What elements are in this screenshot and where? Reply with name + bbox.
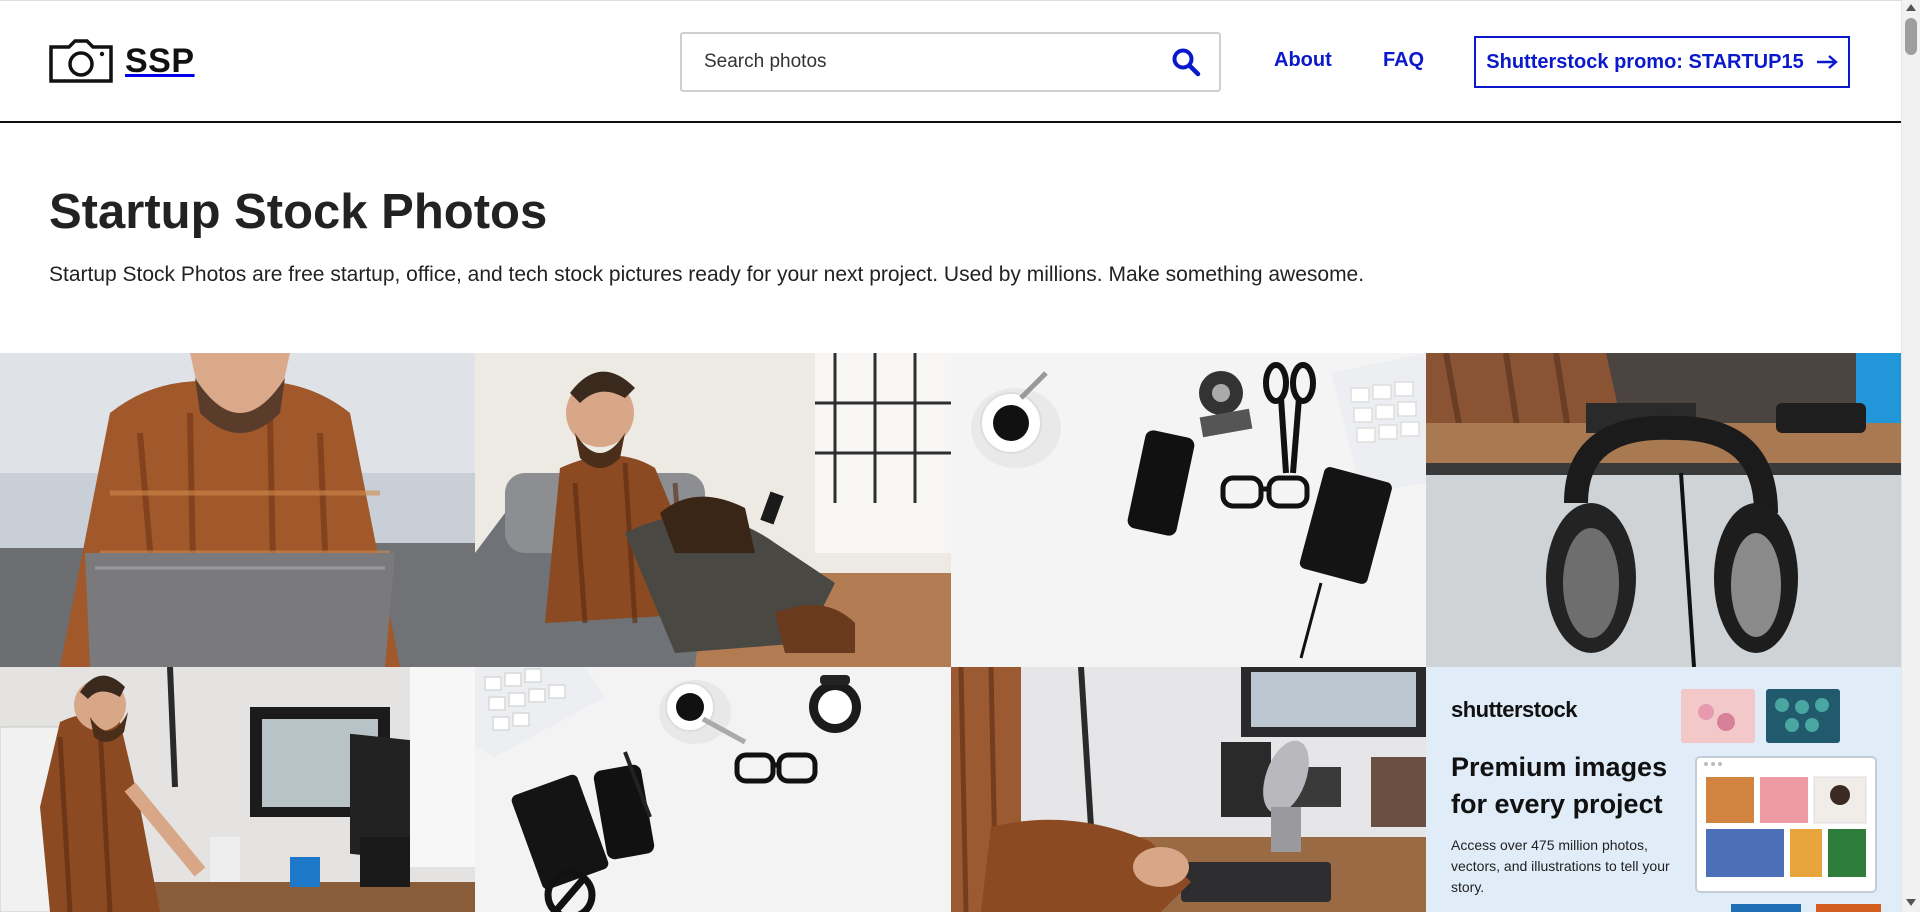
shutterstock-ad[interactable]: shutterstock Premium images for every pr…: [1426, 667, 1901, 912]
nav-about-link[interactable]: About: [1274, 49, 1332, 72]
nav-faq-link[interactable]: FAQ: [1383, 49, 1424, 72]
photo-headphones-desk: [1426, 353, 1901, 667]
promo-label: Shutterstock promo: STARTUP15: [1486, 50, 1804, 73]
page: SSP About FAQ Shutterstock promo: STARTU…: [0, 0, 1901, 912]
search-bar: [680, 32, 1221, 92]
photo-desk-flatlay-keyboard-clock: [475, 667, 951, 912]
page-title: Startup Stock Photos: [49, 185, 548, 239]
photo-tile-man-laptop-sofa[interactable]: [0, 353, 475, 667]
scroll-down-arrow-icon[interactable]: [1906, 899, 1916, 906]
arrow-right-icon: [1816, 55, 1838, 69]
photo-desk-flatlay-phone-glasses: [951, 353, 1426, 667]
photo-tile-man-dog-phone[interactable]: [475, 353, 951, 667]
photo-man-standing-desk-monitor: [0, 667, 475, 912]
photo-desk-microphone-keyboard: [951, 667, 1426, 912]
scrollbar-thumb[interactable]: [1905, 18, 1917, 55]
shutterstock-logo: shutterstock: [1451, 697, 1578, 722]
photo-tile-desk-flatlay-keyboard-clock[interactable]: [475, 667, 951, 912]
site-logo-link[interactable]: SSP: [49, 39, 195, 83]
logo-text: SSP: [125, 41, 195, 80]
search-icon[interactable]: [1171, 47, 1201, 77]
ad-headline: Premium images for every project: [1451, 752, 1668, 819]
photo-man-dog-phone: [475, 353, 951, 667]
photo-tile-man-standing-desk-monitor[interactable]: [0, 667, 475, 912]
site-header: SSP About FAQ Shutterstock promo: STARTU…: [0, 0, 1901, 123]
page-scrollbar[interactable]: [1901, 0, 1920, 912]
camera-icon: [49, 39, 113, 83]
shutterstock-promo-button[interactable]: Shutterstock promo: STARTUP15: [1474, 36, 1850, 88]
page-subtitle: Startup Stock Photos are free startup, o…: [49, 263, 1365, 286]
photo-tile-headphones-desk[interactable]: [1426, 353, 1901, 667]
ad-body: Access over 475 million photos, vectors,…: [1451, 837, 1670, 895]
scroll-up-arrow-icon[interactable]: [1906, 4, 1916, 11]
photo-tile-desk-flatlay-phone-glasses[interactable]: [951, 353, 1426, 667]
search-input[interactable]: [682, 34, 1142, 90]
photo-man-laptop-sofa: [0, 353, 475, 667]
photo-tile-desk-microphone-keyboard[interactable]: [951, 667, 1426, 912]
